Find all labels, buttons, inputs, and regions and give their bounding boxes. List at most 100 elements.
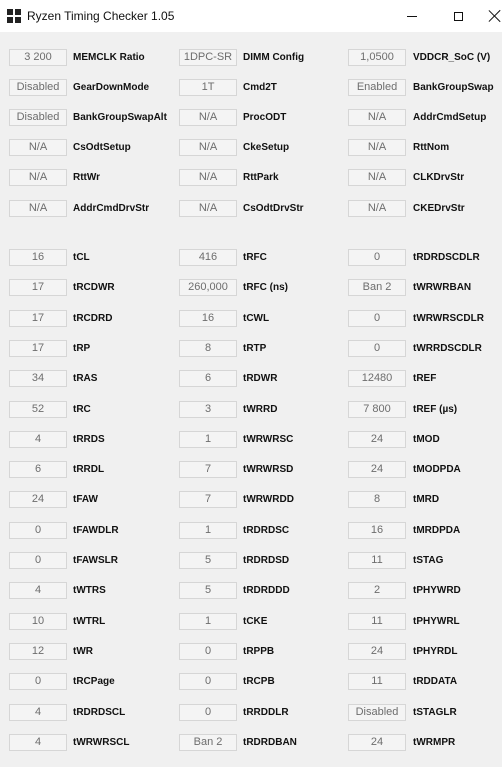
procodt-value-field[interactable]: N/A <box>179 109 237 126</box>
trcdrd-value-field[interactable]: 17 <box>9 310 67 327</box>
tfawdlr-value-field[interactable]: 0 <box>9 522 67 539</box>
twrwrscdlr-value-field[interactable]: 0 <box>348 310 406 327</box>
clkdrvstr-label: CLKDrvStr <box>413 172 465 183</box>
twrwrscl-value-field[interactable]: 4 <box>9 734 67 751</box>
csodtdrvstr-label: CsOdtDrvStr <box>243 203 304 214</box>
tphywrd-label: tPHYWRD <box>413 585 461 596</box>
tmodpda-value-field[interactable]: 24 <box>348 461 406 478</box>
trfc-ns-value-field[interactable]: 260,000 <box>179 279 237 296</box>
tphyrdl-value-field[interactable]: 24 <box>348 643 406 660</box>
twrwrsd-label: tWRWRSD <box>243 464 294 475</box>
rttwr-value-field[interactable]: N/A <box>9 169 67 186</box>
trdrdban-value-field[interactable]: Ban 2 <box>179 734 237 751</box>
csodtsetup-value-field[interactable]: N/A <box>9 139 67 156</box>
ckedrvstr-value-field[interactable]: N/A <box>348 200 406 217</box>
trddata-label: tRDDATA <box>413 676 458 687</box>
trrddlr-value-field[interactable]: 0 <box>179 704 237 721</box>
trdrdscl-value-field[interactable]: 4 <box>9 704 67 721</box>
trdrddd-value-field[interactable]: 5 <box>179 582 237 599</box>
tphywrd-value-field[interactable]: 2 <box>348 582 406 599</box>
dimm-config-value-field[interactable]: 1DPC-SR <box>179 49 237 66</box>
minimize-button[interactable] <box>389 0 435 32</box>
bankgroupswap-value-field[interactable]: Enabled <box>348 79 406 96</box>
tref-label: tREF <box>413 373 437 384</box>
twrwrban-value-field[interactable]: Ban 2 <box>348 279 406 296</box>
trdwr-value-field[interactable]: 6 <box>179 370 237 387</box>
tfawslr-value-field[interactable]: 0 <box>9 552 67 569</box>
ckesetup-value-field[interactable]: N/A <box>179 139 237 156</box>
trrdl-label: tRRDL <box>73 464 105 475</box>
tcwl-value-field[interactable]: 16 <box>179 310 237 327</box>
trdrdsc-label: tRDRDSC <box>243 525 290 536</box>
trcdwr-label: tRCDWR <box>73 282 115 293</box>
twrwrscl-label: tWRWRSCL <box>73 737 130 748</box>
trcpage-value-field[interactable]: 0 <box>9 673 67 690</box>
clkdrvstr-value-field[interactable]: N/A <box>348 169 406 186</box>
addrcmdsetup-value-field[interactable]: N/A <box>348 109 406 126</box>
tras-value-field[interactable]: 34 <box>9 370 67 387</box>
twtrl-label: tWTRL <box>73 616 106 627</box>
vddcr-soc-v-value-field[interactable]: 1,0500 <box>348 49 406 66</box>
tmod-value-field[interactable]: 24 <box>348 431 406 448</box>
tmrdpda-value-field[interactable]: 16 <box>348 522 406 539</box>
trc-value-field[interactable]: 52 <box>9 401 67 418</box>
twrrd-label: tWRRD <box>243 404 278 415</box>
cmd2t-value-field[interactable]: 1T <box>179 79 237 96</box>
memclk-ratio-value-field[interactable]: 3 200 <box>9 49 67 66</box>
bankgroupswapalt-value-field[interactable]: Disabled <box>9 109 67 126</box>
tref-value-field[interactable]: 12480 <box>348 370 406 387</box>
twrrdscdlr-value-field[interactable]: 0 <box>348 340 406 357</box>
tphywrl-value-field[interactable]: 11 <box>348 613 406 630</box>
maximize-button[interactable] <box>435 0 481 32</box>
trtp-value-field[interactable]: 8 <box>179 340 237 357</box>
twrwrdd-value-field[interactable]: 7 <box>179 491 237 508</box>
trdrdsd-value-field[interactable]: 5 <box>179 552 237 569</box>
trfc-label: tRFC <box>243 252 267 263</box>
trp-label: tRP <box>73 343 91 354</box>
tcke-value-field[interactable]: 1 <box>179 613 237 630</box>
twtrs-value-field[interactable]: 4 <box>9 582 67 599</box>
ckesetup-label: CkeSetup <box>243 142 290 153</box>
trdrdsc-value-field[interactable]: 1 <box>179 522 237 539</box>
twrmpr-value-field[interactable]: 24 <box>348 734 406 751</box>
trdwr-label: tRDWR <box>243 373 278 384</box>
trfc-value-field[interactable]: 416 <box>179 249 237 266</box>
trcpb-value-field[interactable]: 0 <box>179 673 237 690</box>
maximize-icon <box>453 11 463 21</box>
trrds-value-field[interactable]: 4 <box>9 431 67 448</box>
csodtdrvstr-value-field[interactable]: N/A <box>179 200 237 217</box>
twr-label: tWR <box>73 646 93 657</box>
trppb-value-field[interactable]: 0 <box>179 643 237 660</box>
tstaglr-value-field[interactable]: Disabled <box>348 704 406 721</box>
twrwrsd-value-field[interactable]: 7 <box>179 461 237 478</box>
twrrd-value-field[interactable]: 3 <box>179 401 237 418</box>
addrcmddrvstr-value-field[interactable]: N/A <box>9 200 67 217</box>
tphywrl-label: tPHYWRL <box>413 616 460 627</box>
tstag-value-field[interactable]: 11 <box>348 552 406 569</box>
trdrdsd-label: tRDRDSD <box>243 555 290 566</box>
rttnom-value-field[interactable]: N/A <box>348 139 406 156</box>
tcl-value-field[interactable]: 16 <box>9 249 67 266</box>
bankgroupswapalt-label: BankGroupSwapAlt <box>73 112 167 123</box>
twr-value-field[interactable]: 12 <box>9 643 67 660</box>
trcdwr-value-field[interactable]: 17 <box>9 279 67 296</box>
trddata-value-field[interactable]: 11 <box>348 673 406 690</box>
twrwrsc-value-field[interactable]: 1 <box>179 431 237 448</box>
tref-s-value-field[interactable]: 7 800 <box>348 401 406 418</box>
tfaw-value-field[interactable]: 24 <box>9 491 67 508</box>
tphyrdl-label: tPHYRDL <box>413 646 458 657</box>
tcwl-label: tCWL <box>243 313 270 324</box>
title-bar[interactable]: Ryzen Timing Checker 1.05 <box>0 0 502 32</box>
rttpark-value-field[interactable]: N/A <box>179 169 237 186</box>
trp-value-field[interactable]: 17 <box>9 340 67 357</box>
close-button[interactable] <box>481 0 502 32</box>
vddcr-soc-v-label: VDDCR_SoC (V) <box>413 52 491 63</box>
tmrd-value-field[interactable]: 8 <box>348 491 406 508</box>
addrcmddrvstr-label: AddrCmdDrvStr <box>73 203 150 214</box>
trdrdscdlr-value-field[interactable]: 0 <box>348 249 406 266</box>
trrdl-value-field[interactable]: 6 <box>9 461 67 478</box>
geardownmode-value-field[interactable]: Disabled <box>9 79 67 96</box>
trppb-label: tRPPB <box>243 646 275 657</box>
tmrd-label: tMRD <box>413 494 440 505</box>
twtrl-value-field[interactable]: 10 <box>9 613 67 630</box>
